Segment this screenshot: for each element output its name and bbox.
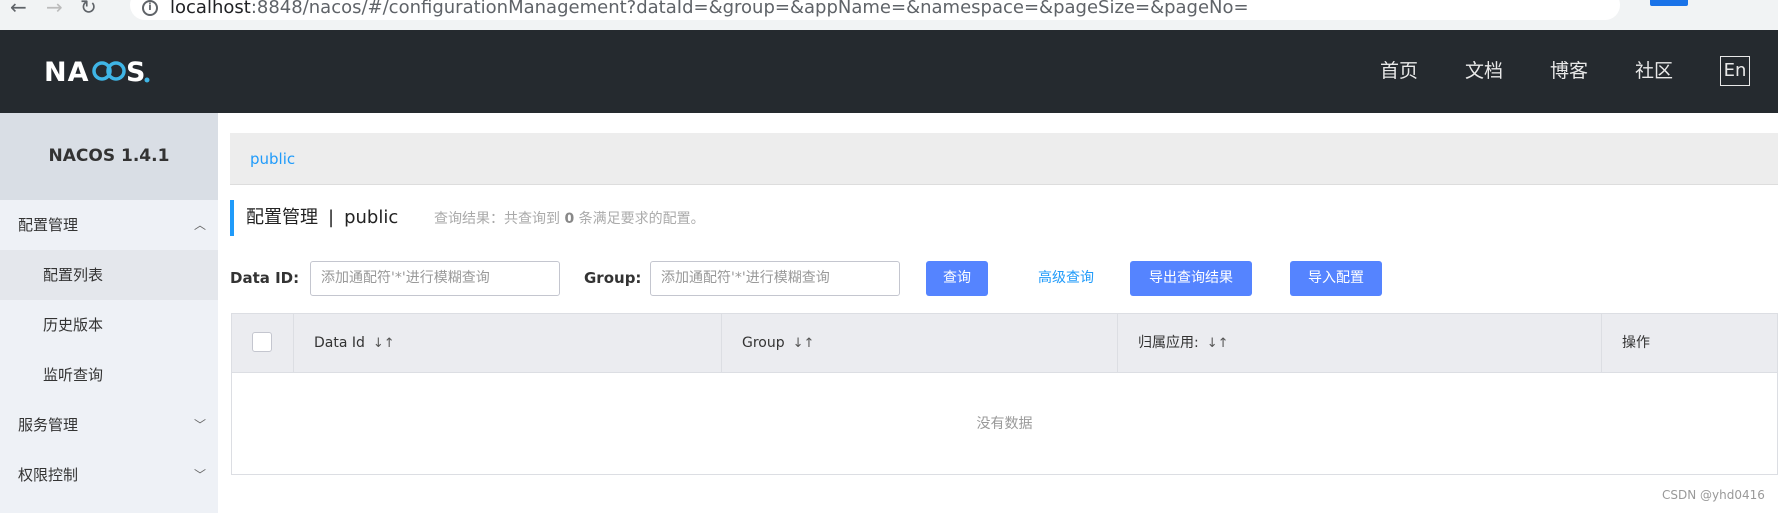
nav-community[interactable]: 社区 — [1635, 30, 1673, 113]
sidebar-group-auth[interactable]: 权限控制 ﹀ — [0, 450, 218, 500]
chevron-down-icon: ﹀ — [193, 418, 206, 432]
language-toggle-button[interactable]: En — [1720, 56, 1750, 86]
page-title: 配置管理 | public 查询结果：共查询到 0 条满足要求的配置。 — [230, 200, 705, 236]
sort-icon[interactable]: ↓↑ — [373, 336, 395, 351]
back-arrow-icon[interactable]: ← — [10, 0, 27, 17]
chevron-up-icon: ︿ — [193, 218, 206, 232]
import-button[interactable]: 导入配置 — [1290, 261, 1382, 296]
svg-text:S: S — [126, 57, 145, 88]
sidebar-item-config-list[interactable]: 配置列表 — [0, 250, 218, 300]
column-header-actions: 操作 — [1622, 335, 1650, 351]
watermark-text: CSDN @yhd0416 — [1662, 488, 1765, 502]
select-all-checkbox[interactable] — [252, 332, 272, 352]
namespace-public-link[interactable]: public — [250, 133, 295, 185]
reload-icon[interactable]: ↻ — [80, 0, 97, 17]
group-label: Group: — [584, 269, 642, 287]
site-info-icon[interactable]: i — [142, 0, 158, 16]
chevron-down-icon: ﹀ — [193, 468, 206, 482]
query-button[interactable]: 查询 — [926, 261, 988, 296]
column-header-group[interactable]: Group ↓↑ — [722, 314, 1118, 373]
column-header-app[interactable]: 归属应用: ↓↑ — [1118, 314, 1602, 373]
nav-docs[interactable]: 文档 — [1465, 30, 1503, 113]
sidebar-group-config[interactable]: 配置管理 ︿ — [0, 200, 218, 250]
export-button[interactable]: 导出查询结果 — [1130, 261, 1252, 296]
empty-state: 没有数据 — [976, 416, 1033, 432]
address-bar[interactable]: i localhost:8848/nacos/#/configurationMa… — [130, 0, 1620, 20]
sort-icon[interactable]: ↓↑ — [1207, 336, 1229, 351]
sidebar-item-history[interactable]: 历史版本 — [0, 300, 218, 350]
sidebar: NACOS 1.4.1 配置管理 ︿ 配置列表 历史版本 监听查询 服务管理 ﹀… — [0, 113, 218, 513]
extension-icon[interactable] — [1650, 0, 1688, 6]
version-title: NACOS 1.4.1 — [0, 113, 218, 200]
data-id-label: Data ID: — [230, 269, 300, 287]
nacos-logo-icon[interactable]: NA S — [44, 54, 164, 88]
column-header-dataid[interactable]: Data Id ↓↑ — [294, 314, 722, 373]
svg-text:NA: NA — [44, 57, 90, 88]
namespace-bar: public — [230, 133, 1778, 185]
sidebar-group-service[interactable]: 服务管理 ﹀ — [0, 400, 218, 450]
select-all-cell — [232, 314, 294, 373]
browser-toolbar: ← → ↻ i localhost:8848/nacos/#/configura… — [0, 0, 1778, 30]
sort-icon[interactable]: ↓↑ — [793, 336, 815, 351]
top-header: NA S 首页 文档 博客 社区 En — [0, 30, 1778, 113]
query-result-text: 查询结果：共查询到 0 条满足要求的配置。 — [433, 211, 705, 227]
group-input[interactable]: 添加通配符'*'进行模糊查询 — [650, 261, 900, 296]
nav-blog[interactable]: 博客 — [1550, 30, 1588, 113]
forward-arrow-icon[interactable]: → — [46, 0, 63, 17]
sidebar-item-listener[interactable]: 监听查询 — [0, 350, 218, 400]
table-header: Data Id ↓↑ Group ↓↑ 归属应用: ↓↑ 操作 — [232, 314, 1777, 373]
data-id-input[interactable]: 添加通配符'*'进行模糊查询 — [310, 261, 560, 296]
nav-home[interactable]: 首页 — [1380, 30, 1418, 113]
advanced-query-link[interactable]: 高级查询 — [1038, 261, 1094, 296]
url-text: localhost:8848/nacos/#/configurationMana… — [170, 0, 1249, 18]
config-table: Data Id ↓↑ Group ↓↑ 归属应用: ↓↑ 操作 没有数据 — [231, 313, 1778, 475]
